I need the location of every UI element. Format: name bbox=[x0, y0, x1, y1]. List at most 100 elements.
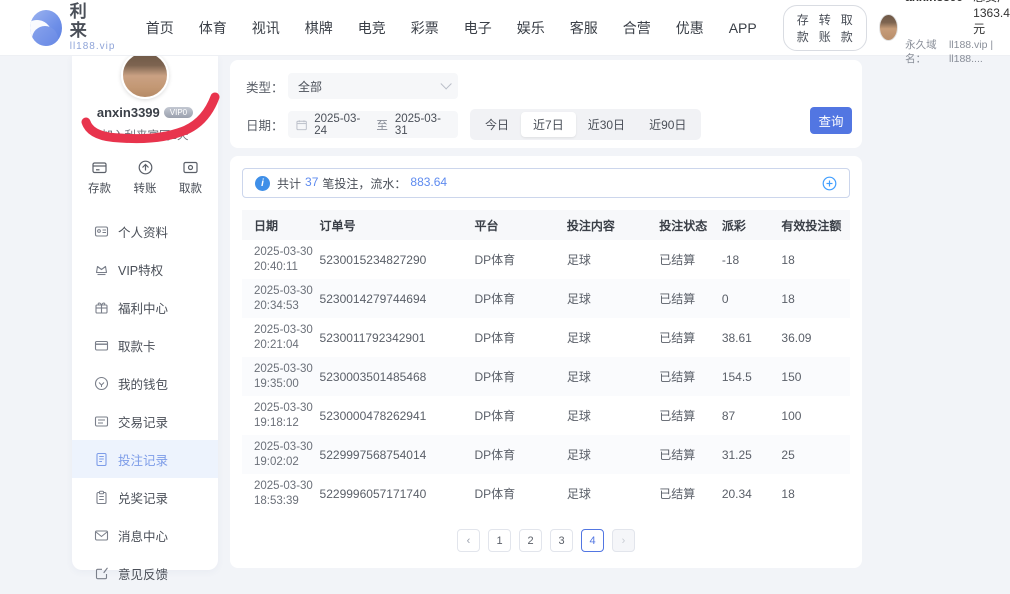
range-7days-button[interactable]: 近7日 bbox=[521, 112, 576, 137]
deposit-icon bbox=[91, 159, 108, 176]
sidebar-item-bet-records[interactable]: 投注记录 bbox=[72, 440, 218, 478]
nav-boardgames[interactable]: 棋牌 bbox=[305, 18, 333, 38]
summary-prefix: 共计 bbox=[277, 175, 301, 192]
sidebar-item-wallet[interactable]: 我的钱包 bbox=[72, 364, 218, 402]
quick-deposit-button[interactable]: 存款 bbox=[88, 159, 111, 196]
sidebar-item-reward-records[interactable]: 兑奖记录 bbox=[72, 478, 218, 516]
assets-label: 总资产： bbox=[973, 0, 1010, 4]
table-row: 2025-03-3019:18:12 5230000478262941 DP体育… bbox=[242, 396, 850, 435]
header-username: anxin3399 bbox=[905, 0, 963, 5]
summary-bar: i 共计 37 笔投注，流水： 883.64 bbox=[242, 168, 850, 198]
sidebar: anxin3399 VIP0 加入利来官网1天 存款 转账 取款 个人资料 bbox=[72, 56, 218, 570]
profile-icon bbox=[94, 224, 109, 239]
circle-plus-icon[interactable] bbox=[822, 176, 837, 191]
info-icon: i bbox=[255, 176, 270, 191]
page-button-4[interactable]: 4 bbox=[581, 529, 604, 552]
sidebar-item-vip[interactable]: VIP特权 bbox=[72, 250, 218, 288]
nav-entertainment[interactable]: 娱乐 bbox=[517, 18, 545, 38]
transaction-list-icon bbox=[94, 414, 109, 429]
header-transfer-button[interactable]: 转账 bbox=[819, 11, 831, 45]
gift-icon bbox=[94, 300, 109, 315]
range-today-button[interactable]: 今日 bbox=[473, 112, 521, 137]
top-header: 利 来 ll188.vip 首页 体育 视讯 棋牌 电竞 彩票 电子 娱乐 客服… bbox=[0, 0, 1010, 56]
nav-esports[interactable]: 电竞 bbox=[358, 18, 386, 38]
withdraw-icon bbox=[182, 159, 199, 176]
quick-range-group: 今日 近7日 近30日 近90日 bbox=[470, 109, 701, 140]
sidebar-item-transactions[interactable]: 交易记录 bbox=[72, 402, 218, 440]
table-row: 2025-03-3019:35:00 5230003501485468 DP体育… bbox=[242, 357, 850, 396]
range-30days-button[interactable]: 近30日 bbox=[576, 112, 637, 137]
sidebar-item-feedback[interactable]: 意见反馈 bbox=[72, 554, 218, 592]
header-user-block[interactable]: anxin3399 总资产： 1363.49元 永久域名： ll188.vip |… bbox=[879, 0, 1010, 66]
assets-value: 1363.49元 bbox=[973, 6, 1010, 36]
chevron-down-icon bbox=[440, 78, 451, 89]
table-row: 2025-03-3018:53:39 5229996057171740 DP体育… bbox=[242, 474, 850, 513]
header-deposit-button[interactable]: 存款 bbox=[797, 11, 809, 45]
profile-avatar[interactable] bbox=[121, 51, 169, 99]
nav-sports[interactable]: 体育 bbox=[199, 18, 227, 38]
transfer-icon bbox=[137, 159, 154, 176]
calendar-icon bbox=[296, 119, 307, 131]
quick-transfer-button[interactable]: 转账 bbox=[134, 159, 157, 196]
clipboard-icon bbox=[94, 490, 109, 505]
table-row: 2025-03-3019:02:02 5229997568754014 DP体育… bbox=[242, 435, 850, 474]
date-label: 日期： bbox=[246, 115, 288, 134]
nav-promos[interactable]: 优惠 bbox=[676, 18, 704, 38]
next-page-button[interactable]: › bbox=[612, 529, 635, 552]
date-from-value: 2025-03-24 bbox=[314, 113, 369, 137]
domain-value: ll188.vip | ll188.... bbox=[949, 38, 1010, 66]
nav-slots[interactable]: 电子 bbox=[464, 18, 492, 38]
bet-records-icon bbox=[94, 452, 109, 467]
type-label: 类型： bbox=[246, 77, 288, 96]
main-nav: 首页 体育 视讯 棋牌 电竞 彩票 电子 娱乐 客服 合营 优惠 APP bbox=[146, 18, 757, 38]
wallet-icon bbox=[94, 376, 109, 391]
page-button-2[interactable]: 2 bbox=[519, 529, 542, 552]
wallet-actions-pill: 存款 转账 取款 bbox=[783, 5, 867, 51]
logo-title: 利 来 bbox=[70, 3, 120, 40]
col-date: 日期 bbox=[254, 217, 320, 234]
quick-withdraw-button[interactable]: 取款 bbox=[179, 159, 202, 196]
table-row: 2025-03-3020:21:04 5230011792342901 DP体育… bbox=[242, 318, 850, 357]
nav-app[interactable]: APP bbox=[729, 20, 757, 36]
nav-support[interactable]: 客服 bbox=[570, 18, 598, 38]
nav-lottery[interactable]: 彩票 bbox=[411, 18, 439, 38]
sidebar-item-profile[interactable]: 个人资料 bbox=[72, 212, 218, 250]
quick-actions: 存款 转账 取款 bbox=[72, 143, 218, 206]
bank-card-icon bbox=[94, 338, 109, 353]
col-status: 投注状态 bbox=[659, 217, 722, 234]
logo-domain: ll188.vip bbox=[70, 41, 120, 52]
page: 利 来 ll188.vip 首页 体育 视讯 棋牌 电竞 彩票 电子 娱乐 客服… bbox=[0, 0, 1010, 594]
query-button[interactable]: 查询 bbox=[810, 107, 852, 134]
summary-middle: 笔投注，流水： bbox=[322, 175, 406, 192]
summary-turnover: 883.64 bbox=[410, 175, 447, 192]
nav-affiliate[interactable]: 合营 bbox=[623, 18, 651, 38]
avatar bbox=[879, 14, 898, 41]
table-header-row: 日期 订单号 平台 投注内容 投注状态 派彩 有效投注额 bbox=[242, 210, 850, 240]
feedback-icon bbox=[94, 566, 109, 581]
prev-page-button[interactable]: ‹ bbox=[457, 529, 480, 552]
nav-home[interactable]: 首页 bbox=[146, 18, 174, 38]
page-button-1[interactable]: 1 bbox=[488, 529, 511, 552]
range-90days-button[interactable]: 近90日 bbox=[637, 112, 698, 137]
date-range-input[interactable]: 2025-03-24 至 2025-03-31 bbox=[288, 111, 458, 138]
summary-count: 37 bbox=[305, 175, 318, 192]
sidebar-item-welfare[interactable]: 福利中心 bbox=[72, 288, 218, 326]
header-withdraw-button[interactable]: 取款 bbox=[841, 11, 853, 45]
site-logo[interactable]: 利 来 ll188.vip bbox=[30, 3, 120, 51]
col-platform: 平台 bbox=[475, 217, 567, 234]
vip-badge: VIP0 bbox=[164, 107, 193, 118]
domain-label: 永久域名： bbox=[905, 38, 946, 66]
sidebar-item-withdraw-card[interactable]: 取款卡 bbox=[72, 326, 218, 364]
date-to-value: 2025-03-31 bbox=[395, 113, 450, 137]
sidebar-item-messages[interactable]: 消息中心 bbox=[72, 516, 218, 554]
col-order: 订单号 bbox=[320, 217, 475, 234]
nav-live[interactable]: 视讯 bbox=[252, 18, 280, 38]
date-separator: 至 bbox=[376, 117, 388, 133]
filter-card: 类型： 全部 日期： 2025-03-24 至 2025-03-31 今日 近7… bbox=[230, 60, 862, 148]
type-select[interactable]: 全部 bbox=[288, 73, 458, 99]
col-content: 投注内容 bbox=[567, 217, 659, 234]
pagination: ‹ 1 2 3 4 › bbox=[242, 529, 850, 552]
vip-crown-icon bbox=[94, 262, 109, 277]
logo-sphere-icon bbox=[30, 10, 62, 46]
page-button-3[interactable]: 3 bbox=[550, 529, 573, 552]
